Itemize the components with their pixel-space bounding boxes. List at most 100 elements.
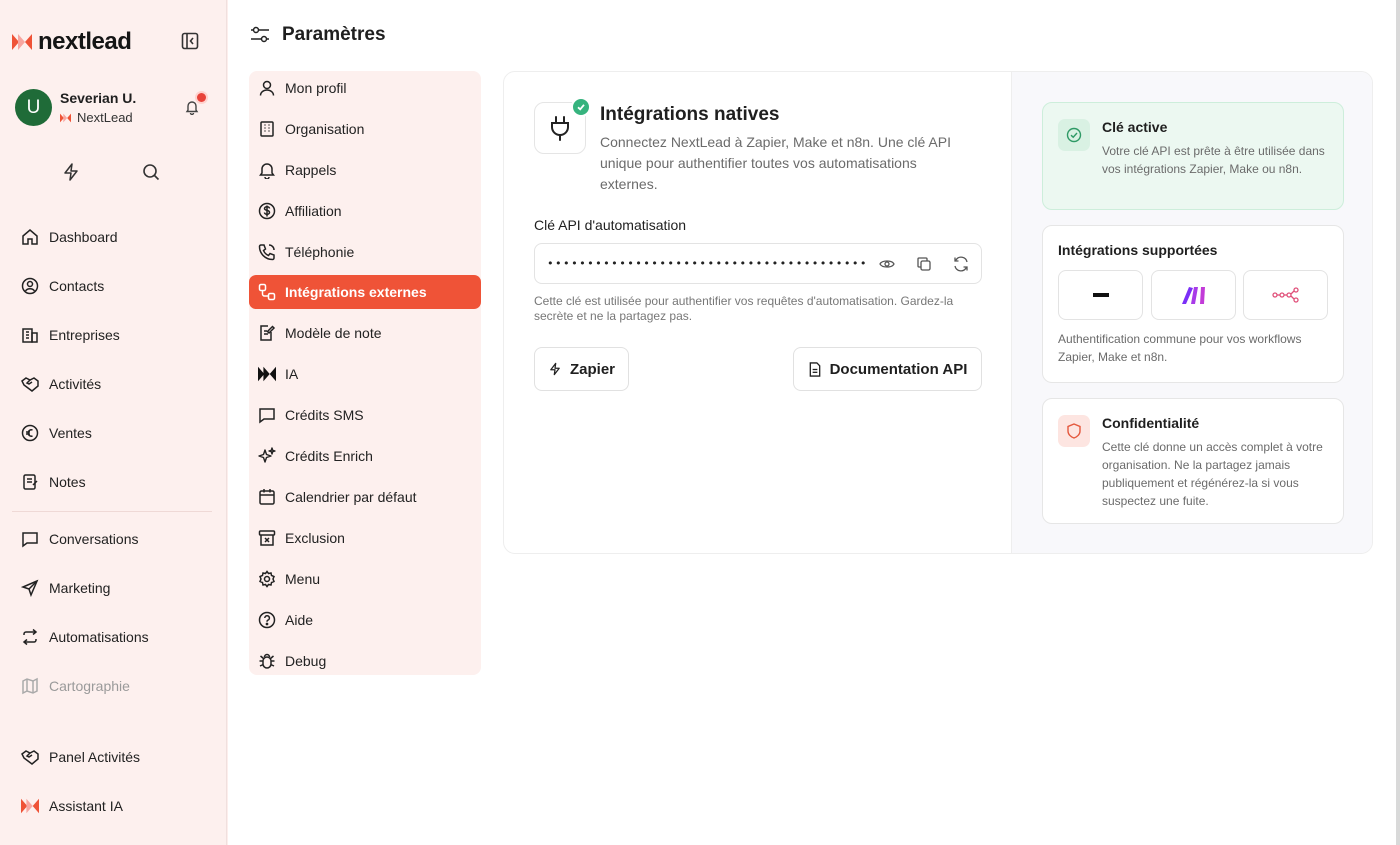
supported-integrations-title: Intégrations supportées — [1058, 242, 1218, 258]
archive-x-icon — [258, 530, 276, 546]
settings-item-menu[interactable]: Menu — [249, 562, 481, 596]
nav-label: Automatisations — [49, 629, 149, 645]
settings-item-label: Intégrations externes — [285, 284, 427, 300]
note-icon — [23, 474, 38, 490]
settings-item-credits-enrich[interactable]: Crédits Enrich — [249, 439, 481, 473]
n8n-logo-box[interactable] — [1243, 270, 1328, 320]
nav-entreprises[interactable]: Entreprises — [21, 326, 120, 344]
nav-label: Conversations — [49, 531, 139, 547]
settings-sliders-icon — [251, 26, 269, 43]
user-circle-icon — [21, 277, 39, 295]
settings-item-calendrier[interactable]: Calendrier par défaut — [249, 480, 481, 514]
plug-icon — [551, 116, 569, 141]
n8n-logo-icon — [1271, 287, 1299, 303]
nextlead-logo-icon — [60, 113, 71, 122]
building-icon — [22, 328, 38, 343]
nav-assistant-ia[interactable]: Assistant IA — [21, 797, 123, 815]
home-icon — [22, 229, 38, 245]
integrations-title: Intégrations natives — [600, 104, 780, 125]
settings-item-label: Affiliation — [285, 203, 342, 219]
nav-conversations[interactable]: Conversations — [21, 530, 139, 548]
settings-item-label: Aide — [285, 612, 314, 628]
privacy-card: Confidentialité Cette clé donne un accès… — [1042, 398, 1344, 524]
settings-nav: Mon profil Organisation Rappels Affiliat… — [249, 71, 481, 675]
settings-item-aide[interactable]: Aide — [249, 603, 481, 637]
note-edit-icon — [260, 325, 276, 341]
settings-item-label: Organisation — [285, 121, 365, 137]
zapier-button[interactable]: Zapier — [534, 347, 629, 391]
bell-icon[interactable] — [184, 99, 200, 115]
calendar-icon — [259, 489, 275, 505]
chat-icon — [22, 532, 38, 548]
active-key-text: Votre clé API est prête à être utilisée … — [1102, 144, 1325, 176]
nav-label: Activités — [49, 376, 102, 392]
api-key-label: Clé API d'automatisation — [534, 217, 687, 233]
nav-automatisations[interactable]: Automatisations — [21, 628, 149, 646]
nav-panel-activites[interactable]: Panel Activités — [21, 748, 140, 766]
lightning-icon[interactable] — [61, 162, 81, 182]
integrations-description: Connectez NextLead à Zapier, Make et n8n… — [600, 134, 951, 192]
settings-item-mon-profil[interactable]: Mon profil — [249, 71, 481, 105]
settings-item-debug[interactable]: Debug — [249, 644, 481, 678]
settings-item-label: Calendrier par défaut — [285, 489, 417, 505]
sparkles-icon — [258, 447, 276, 463]
settings-item-organisation[interactable]: Organisation — [249, 112, 481, 146]
lightning-icon — [550, 362, 560, 376]
zapier-logo-icon — [1092, 293, 1109, 297]
settings-item-credits-sms[interactable]: Crédits SMS — [249, 398, 481, 432]
main-content: Paramètres Mon profil Organisation Rappe… — [228, 0, 1396, 845]
nav-label: Cartographie — [49, 678, 130, 694]
settings-item-label: Crédits Enrich — [285, 448, 373, 464]
supported-integrations-text: Authentification commune pour vos workfl… — [1058, 332, 1302, 364]
nav-activites[interactable]: Activités — [21, 375, 101, 393]
nav-dashboard[interactable]: Dashboard — [21, 228, 118, 246]
settings-item-exclusion[interactable]: Exclusion — [249, 521, 481, 555]
search-icon[interactable] — [141, 162, 161, 182]
eye-icon[interactable] — [879, 256, 895, 272]
message-icon — [259, 408, 275, 424]
make-logo-box[interactable] — [1151, 270, 1236, 320]
dollar-icon — [258, 202, 276, 220]
make-logo-icon — [1181, 287, 1205, 304]
settings-item-rappels[interactable]: Rappels — [249, 153, 481, 187]
collapse-sidebar-icon[interactable] — [181, 32, 199, 50]
copy-icon[interactable] — [916, 256, 932, 272]
shield-icon — [1067, 423, 1081, 439]
nav-label: Notes — [49, 474, 86, 490]
euro-icon — [21, 424, 39, 442]
handshake-icon — [21, 377, 39, 392]
api-key-field[interactable]: ••••••••••••••••••••••••••••••••••••••••… — [534, 243, 982, 284]
help-icon — [258, 611, 276, 629]
nav-label: Panel Activités — [49, 749, 141, 765]
brand-logo[interactable]: nextlead — [12, 28, 132, 56]
zapier-button-label: Zapier — [569, 360, 615, 378]
user-profile[interactable]: U Severian U. NextLead — [15, 89, 136, 126]
zapier-logo-box[interactable] — [1058, 270, 1143, 320]
settings-item-integrations-externes[interactable]: Intégrations externes — [249, 275, 481, 309]
nav-contacts[interactable]: Contacts — [21, 277, 104, 295]
nav-marketing[interactable]: Marketing — [21, 579, 110, 597]
nav-ventes[interactable]: Ventes — [21, 424, 92, 442]
settings-item-modele-de-note[interactable]: Modèle de note — [249, 316, 481, 350]
sidebar: nextlead U Severian U. NextLead Dashboar… — [0, 0, 227, 845]
active-key-card: Clé active Votre clé API est prête à êtr… — [1042, 102, 1344, 210]
settings-item-ia[interactable]: IA — [249, 357, 481, 391]
shield-icon-box — [1058, 415, 1090, 447]
nav-divider — [12, 511, 212, 512]
handshake-icon — [21, 750, 39, 765]
brand-name: nextlead — [38, 28, 132, 55]
settings-item-telephonie[interactable]: Téléphonie — [249, 235, 481, 269]
settings-item-label: Crédits SMS — [285, 407, 364, 423]
nav-label: Dashboard — [49, 229, 118, 245]
info-column: Clé active Votre clé API est prête à êtr… — [1011, 72, 1372, 553]
settings-item-label: IA — [285, 366, 299, 382]
nextlead-logo-icon — [12, 34, 32, 50]
settings-item-label: Téléphonie — [285, 244, 355, 260]
documentation-api-button[interactable]: Documentation API — [793, 347, 982, 391]
settings-item-affiliation[interactable]: Affiliation — [249, 194, 481, 228]
refresh-icon[interactable] — [953, 256, 969, 272]
page-title-text: Paramètres — [282, 24, 386, 45]
window-scrollbar[interactable] — [1396, 0, 1400, 845]
nav-notes[interactable]: Notes — [21, 473, 86, 491]
shield-check-icon-box — [1058, 119, 1090, 151]
